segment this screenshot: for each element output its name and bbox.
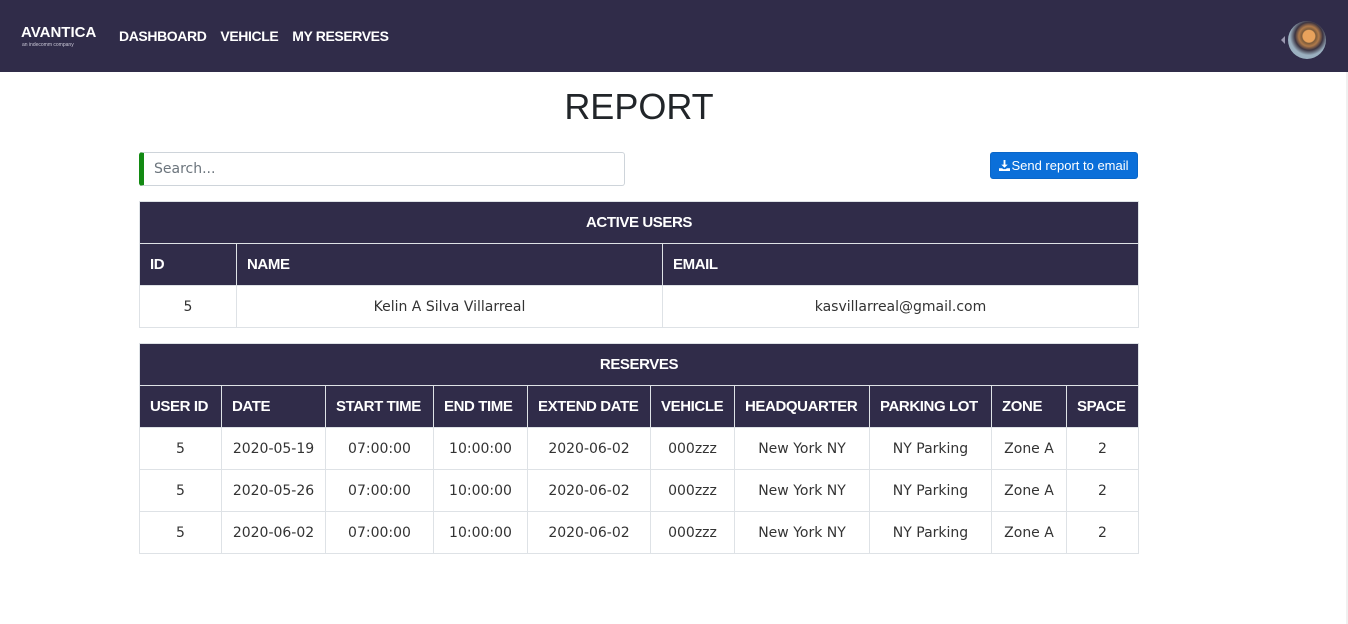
user-name-cell: Kelin A Silva Villarreal — [236, 285, 663, 328]
logo-tagline: an indecomm company — [22, 42, 74, 48]
table-row: 5 2020-06-02 07:00:00 10:00:00 2020-06-0… — [139, 511, 1140, 554]
table-cell: 2020-06-02 — [527, 427, 651, 470]
column-header-id: ID — [139, 243, 237, 286]
send-report-label: Send report to email — [1011, 158, 1129, 173]
table-cell: 10:00:00 — [433, 511, 528, 554]
top-navbar: AVANTICA an indecomm company DASHBOARD V… — [0, 0, 1348, 72]
user-menu[interactable] — [1281, 21, 1327, 59]
table-cell: 10:00:00 — [433, 427, 528, 470]
table-cell: 07:00:00 — [325, 469, 434, 512]
table-cell: Zone A — [991, 427, 1067, 470]
table-cell: 000zzz — [650, 427, 735, 470]
active-users-table: ACTIVE USERS ID NAME EMAIL 5 Kelin A Sil… — [139, 201, 1139, 328]
table-row: 5 2020-05-19 07:00:00 10:00:00 2020-06-0… — [139, 427, 1140, 470]
send-report-button[interactable]: Send report to email — [990, 152, 1138, 179]
search-box — [139, 152, 625, 186]
column-header-user-id: USER ID — [139, 385, 222, 428]
column-header-parking-lot: PARKING LOT — [869, 385, 992, 428]
column-header-end-time: END TIME — [433, 385, 528, 428]
download-icon — [999, 160, 1011, 171]
table-cell: Zone A — [991, 469, 1067, 512]
reserves-caption: RESERVES — [138, 343, 1140, 386]
column-header-vehicle: VEHICLE — [650, 385, 735, 428]
table-cell: 000zzz — [650, 511, 735, 554]
logo-wordmark: AVANTICA — [21, 24, 97, 41]
column-header-headquarter: HEADQUARTER — [734, 385, 870, 428]
table-cell: 2 — [1065, 427, 1140, 470]
table-cell: 5 — [139, 511, 222, 554]
table-cell: Zone A — [991, 511, 1067, 554]
user-email-cell: kasvillarreal@gmail.com — [662, 285, 1139, 328]
table-cell: NY Parking — [869, 469, 992, 512]
table-cell: 5 — [139, 427, 222, 470]
table-cell: New York NY — [734, 469, 870, 512]
table-cell: 2020-05-26 — [221, 469, 326, 512]
column-header-date: DATE — [221, 385, 326, 428]
table-cell: 2020-06-02 — [527, 469, 651, 512]
table-cell: NY Parking — [869, 511, 992, 554]
page-title: REPORT — [564, 86, 714, 127]
table-cell: 2020-05-19 — [221, 427, 326, 470]
table-cell: New York NY — [734, 511, 870, 554]
table-cell: 2 — [1065, 511, 1140, 554]
nav-links: DASHBOARD VEHICLE MY RESERVES — [119, 27, 403, 45]
table-row: 5 Kelin A Silva Villarreal kasvillarreal… — [139, 285, 1139, 328]
column-header-email: EMAIL — [662, 243, 1139, 286]
caret-left-icon — [1281, 36, 1285, 44]
table-cell: 2020-06-02 — [221, 511, 326, 554]
column-header-space: SPACE — [1065, 385, 1140, 428]
table-cell: New York NY — [734, 427, 870, 470]
column-header-extend-date: EXTEND DATE — [527, 385, 651, 428]
table-row: 5 2020-05-26 07:00:00 10:00:00 2020-06-0… — [139, 469, 1140, 512]
column-header-zone: ZONE — [991, 385, 1067, 428]
avantica-logo[interactable]: AVANTICA an indecomm company — [21, 25, 96, 51]
nav-link-my-reserves[interactable]: MY RESERVES — [292, 27, 389, 45]
table-cell: NY Parking — [869, 427, 992, 470]
table-cell: 5 — [139, 469, 222, 512]
reserves-table: RESERVES USER ID DATE START TIME END TIM… — [138, 343, 1140, 554]
table-cell: 2020-06-02 — [527, 511, 651, 554]
nav-link-dashboard[interactable]: DASHBOARD — [119, 27, 207, 45]
search-input[interactable] — [144, 153, 624, 185]
column-header-start-time: START TIME — [325, 385, 434, 428]
table-cell: 07:00:00 — [325, 427, 434, 470]
user-id-cell: 5 — [139, 285, 237, 328]
table-cell: 10:00:00 — [433, 469, 528, 512]
table-cell: 07:00:00 — [325, 511, 434, 554]
avatar[interactable] — [1288, 21, 1326, 59]
table-cell: 000zzz — [650, 469, 735, 512]
active-users-caption: ACTIVE USERS — [139, 201, 1139, 244]
nav-link-vehicle[interactable]: VEHICLE — [220, 27, 278, 45]
table-cell: 2 — [1065, 469, 1140, 512]
column-header-name: NAME — [236, 243, 663, 286]
